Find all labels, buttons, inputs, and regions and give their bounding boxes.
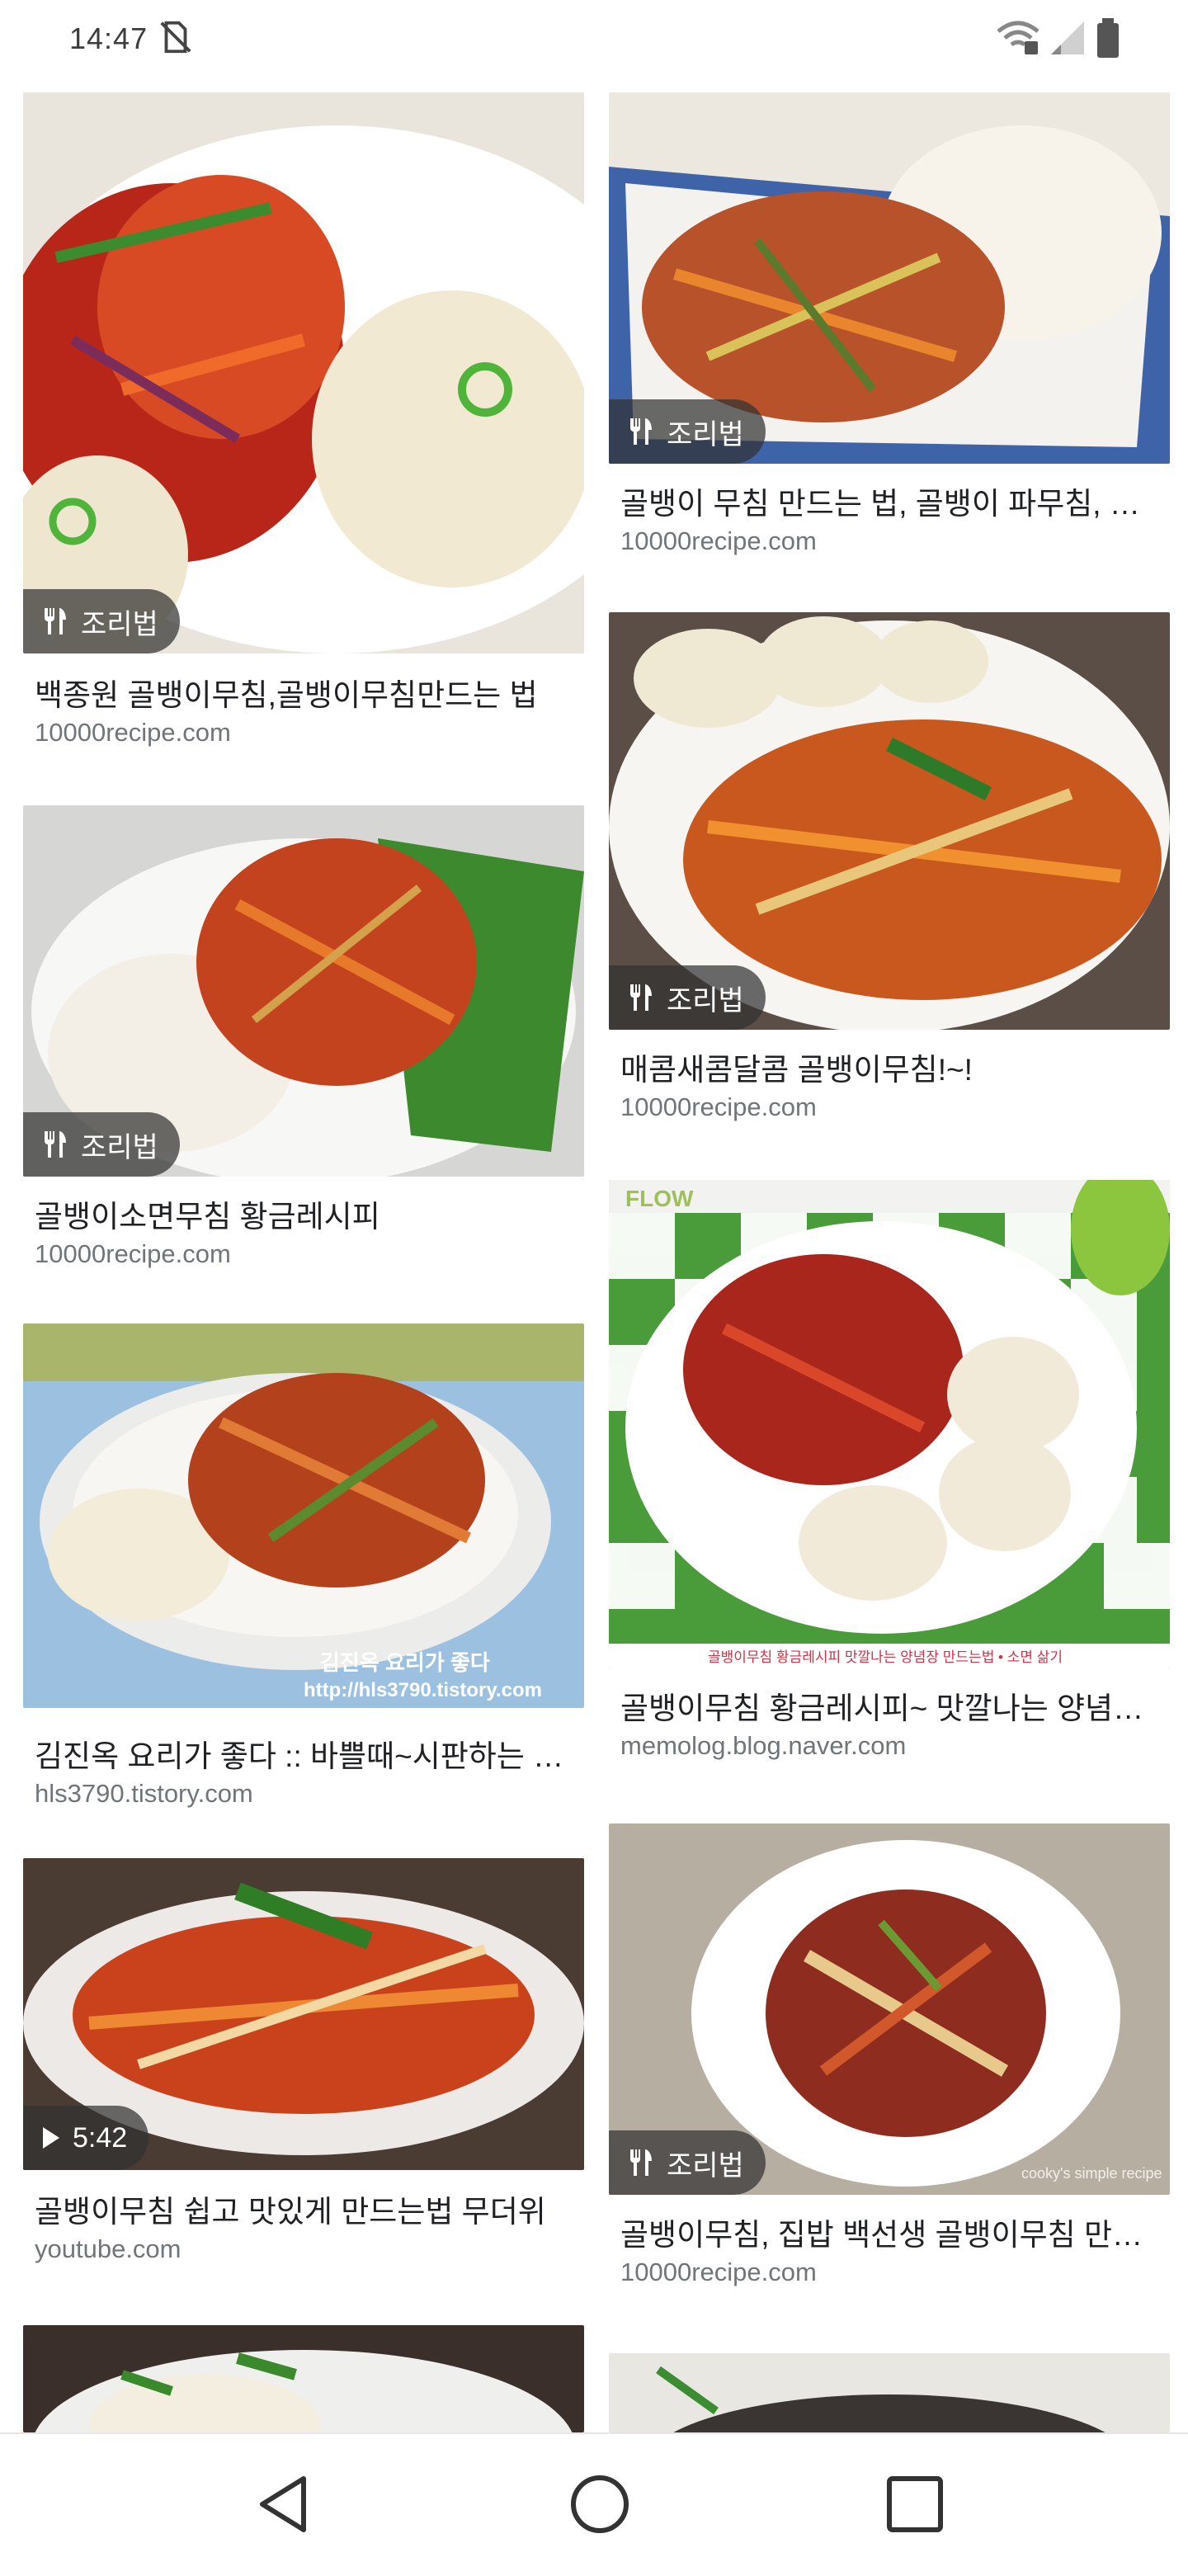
back-triangle-icon bbox=[254, 2474, 312, 2539]
battery-icon bbox=[1096, 18, 1120, 62]
fork-knife-icon bbox=[627, 417, 655, 446]
no-sim-icon bbox=[157, 18, 195, 60]
status-bar: 14:47 bbox=[0, 0, 1188, 79]
fork-knife-icon bbox=[627, 983, 655, 1012]
result-card-partial[interactable] bbox=[23, 2325, 584, 2432]
recipe-badge: 조리법 bbox=[609, 399, 766, 464]
watermark-name: 김진옥 요리가 좋다 bbox=[320, 1650, 490, 1675]
result-title[interactable]: 골뱅이무침, 집밥 백선생 골뱅이무침 만들기 bbox=[620, 2210, 1157, 2254]
result-title[interactable]: 골뱅이무침 황금레시피~ 맛깔나는 양념장 만드는 법 bbox=[620, 1683, 1157, 1728]
video-duration: 5:42 bbox=[73, 2121, 128, 2154]
fork-knife-icon bbox=[41, 1130, 69, 1159]
recipe-badge-label: 조리법 bbox=[81, 608, 158, 640]
recent-square-icon bbox=[886, 2475, 944, 2537]
result-title[interactable]: 김진옥 요리가 좋다 :: 바쁠때~시판하는 골뱅이 bbox=[35, 1731, 571, 1776]
recipe-badge: 조리법 bbox=[609, 965, 766, 1030]
image-caption: 골뱅이무침 황금레시피 맛깔나는 양념장 만드는법 • 소면 삶기 bbox=[708, 1649, 1063, 1665]
result-thumbnail[interactable]: cooky's simple recipe 조리법 bbox=[609, 1823, 1170, 2195]
recipe-badge-label: 조리법 bbox=[81, 1131, 158, 1163]
result-card[interactable]: 조리법 백종원 골뱅이무침,골뱅이무침만드는 법 10000recipe.com bbox=[23, 92, 584, 769]
result-domain: memolog.blog.naver.com bbox=[620, 1731, 907, 1760]
status-time: 14:47 bbox=[69, 21, 148, 55]
result-thumbnail[interactable]: 5:42 bbox=[23, 1858, 584, 2170]
result-domain: youtube.com bbox=[35, 2234, 182, 2263]
recipe-badge-label: 조리법 bbox=[667, 418, 744, 451]
result-title[interactable]: 골뱅이소면무침 황금레시피 bbox=[35, 1191, 571, 1236]
result-thumbnail[interactable]: 김진옥 요리가 좋다 http://hls3790.tistory.com bbox=[23, 1323, 584, 1708]
back-button[interactable] bbox=[246, 2469, 320, 2543]
result-card[interactable]: 김진옥 요리가 좋다 http://hls3790.tistory.com 김진… bbox=[23, 1323, 584, 1819]
result-thumbnail[interactable]: 조리법 bbox=[23, 805, 584, 1177]
result-card[interactable]: 5:42 골뱅이무침 쉽고 맛있게 만드는법 무더위 youtube.com bbox=[23, 1858, 584, 2304]
wifi-icon bbox=[995, 18, 1041, 62]
play-icon bbox=[41, 2125, 61, 2150]
result-card[interactable]: cooky's simple recipe 조리법 골뱅이무침, 집밥 백선생 … bbox=[609, 1823, 1170, 2310]
result-thumbnail[interactable]: 조리법 bbox=[609, 92, 1170, 464]
recipe-badge-label: 조리법 bbox=[667, 984, 744, 1017]
result-domain: hls3790.tistory.com bbox=[35, 1779, 253, 1808]
recipe-badge: 조리법 bbox=[609, 2130, 766, 2195]
recipe-badge: 조리법 bbox=[23, 589, 180, 653]
result-title[interactable]: 매콤새콤달콤 골뱅이무침!~! bbox=[620, 1045, 1157, 1089]
home-button[interactable] bbox=[563, 2469, 637, 2543]
result-domain: 10000recipe.com bbox=[620, 526, 817, 555]
result-card[interactable]: 조리법 매콤새콤달콤 골뱅이무침!~! 10000recipe.com bbox=[609, 612, 1170, 1132]
result-card[interactable]: 조리법 골뱅이 무침 만드는 법, 골뱅이 파무침, 소면 10000recip… bbox=[609, 92, 1170, 571]
video-duration-badge: 5:42 bbox=[23, 2106, 149, 2170]
signal-icon bbox=[1048, 18, 1087, 62]
result-thumbnail[interactable] bbox=[23, 2325, 584, 2432]
result-domain: 10000recipe.com bbox=[35, 1239, 231, 1268]
watermark-url: http://hls3790.tistory.com bbox=[304, 1679, 542, 1701]
watermark-text: FLOW bbox=[625, 1186, 694, 1211]
result-thumbnail[interactable] bbox=[609, 2353, 1170, 2432]
home-circle-icon bbox=[569, 2474, 630, 2539]
result-card-partial[interactable] bbox=[609, 2353, 1170, 2432]
result-title[interactable]: 골뱅이무침 쉽고 맛있게 만드는법 무더위 bbox=[35, 2187, 571, 2231]
result-domain: 10000recipe.com bbox=[620, 2258, 817, 2286]
result-thumbnail[interactable]: 조리법 bbox=[23, 92, 584, 653]
result-card[interactable]: 조리법 골뱅이소면무침 황금레시피 10000recipe.com bbox=[23, 805, 584, 1284]
system-nav-bar bbox=[0, 2432, 1188, 2576]
recipe-badge: 조리법 bbox=[23, 1112, 180, 1177]
result-thumbnail[interactable]: FLOW 골뱅이무침 황금레시피 맛깔나는 양념장 만드는법 • 소면 삶기 bbox=[609, 1180, 1170, 1668]
result-thumbnail[interactable]: 조리법 bbox=[609, 612, 1170, 1030]
result-domain: 10000recipe.com bbox=[35, 718, 231, 747]
result-title[interactable]: 백종원 골뱅이무침,골뱅이무침만드는 법 bbox=[35, 670, 571, 715]
watermark-text: cooky's simple recipe bbox=[1021, 2165, 1162, 2182]
result-domain: 10000recipe.com bbox=[620, 1092, 817, 1121]
recipe-badge-label: 조리법 bbox=[667, 2149, 744, 2182]
fork-knife-icon bbox=[627, 2148, 655, 2177]
fork-knife-icon bbox=[41, 606, 69, 636]
recent-apps-button[interactable] bbox=[878, 2469, 952, 2543]
result-card[interactable]: FLOW 골뱅이무침 황금레시피 맛깔나는 양념장 만드는법 • 소면 삶기 골… bbox=[609, 1180, 1170, 1774]
result-title[interactable]: 골뱅이 무침 만드는 법, 골뱅이 파무침, 소면 bbox=[620, 479, 1157, 523]
